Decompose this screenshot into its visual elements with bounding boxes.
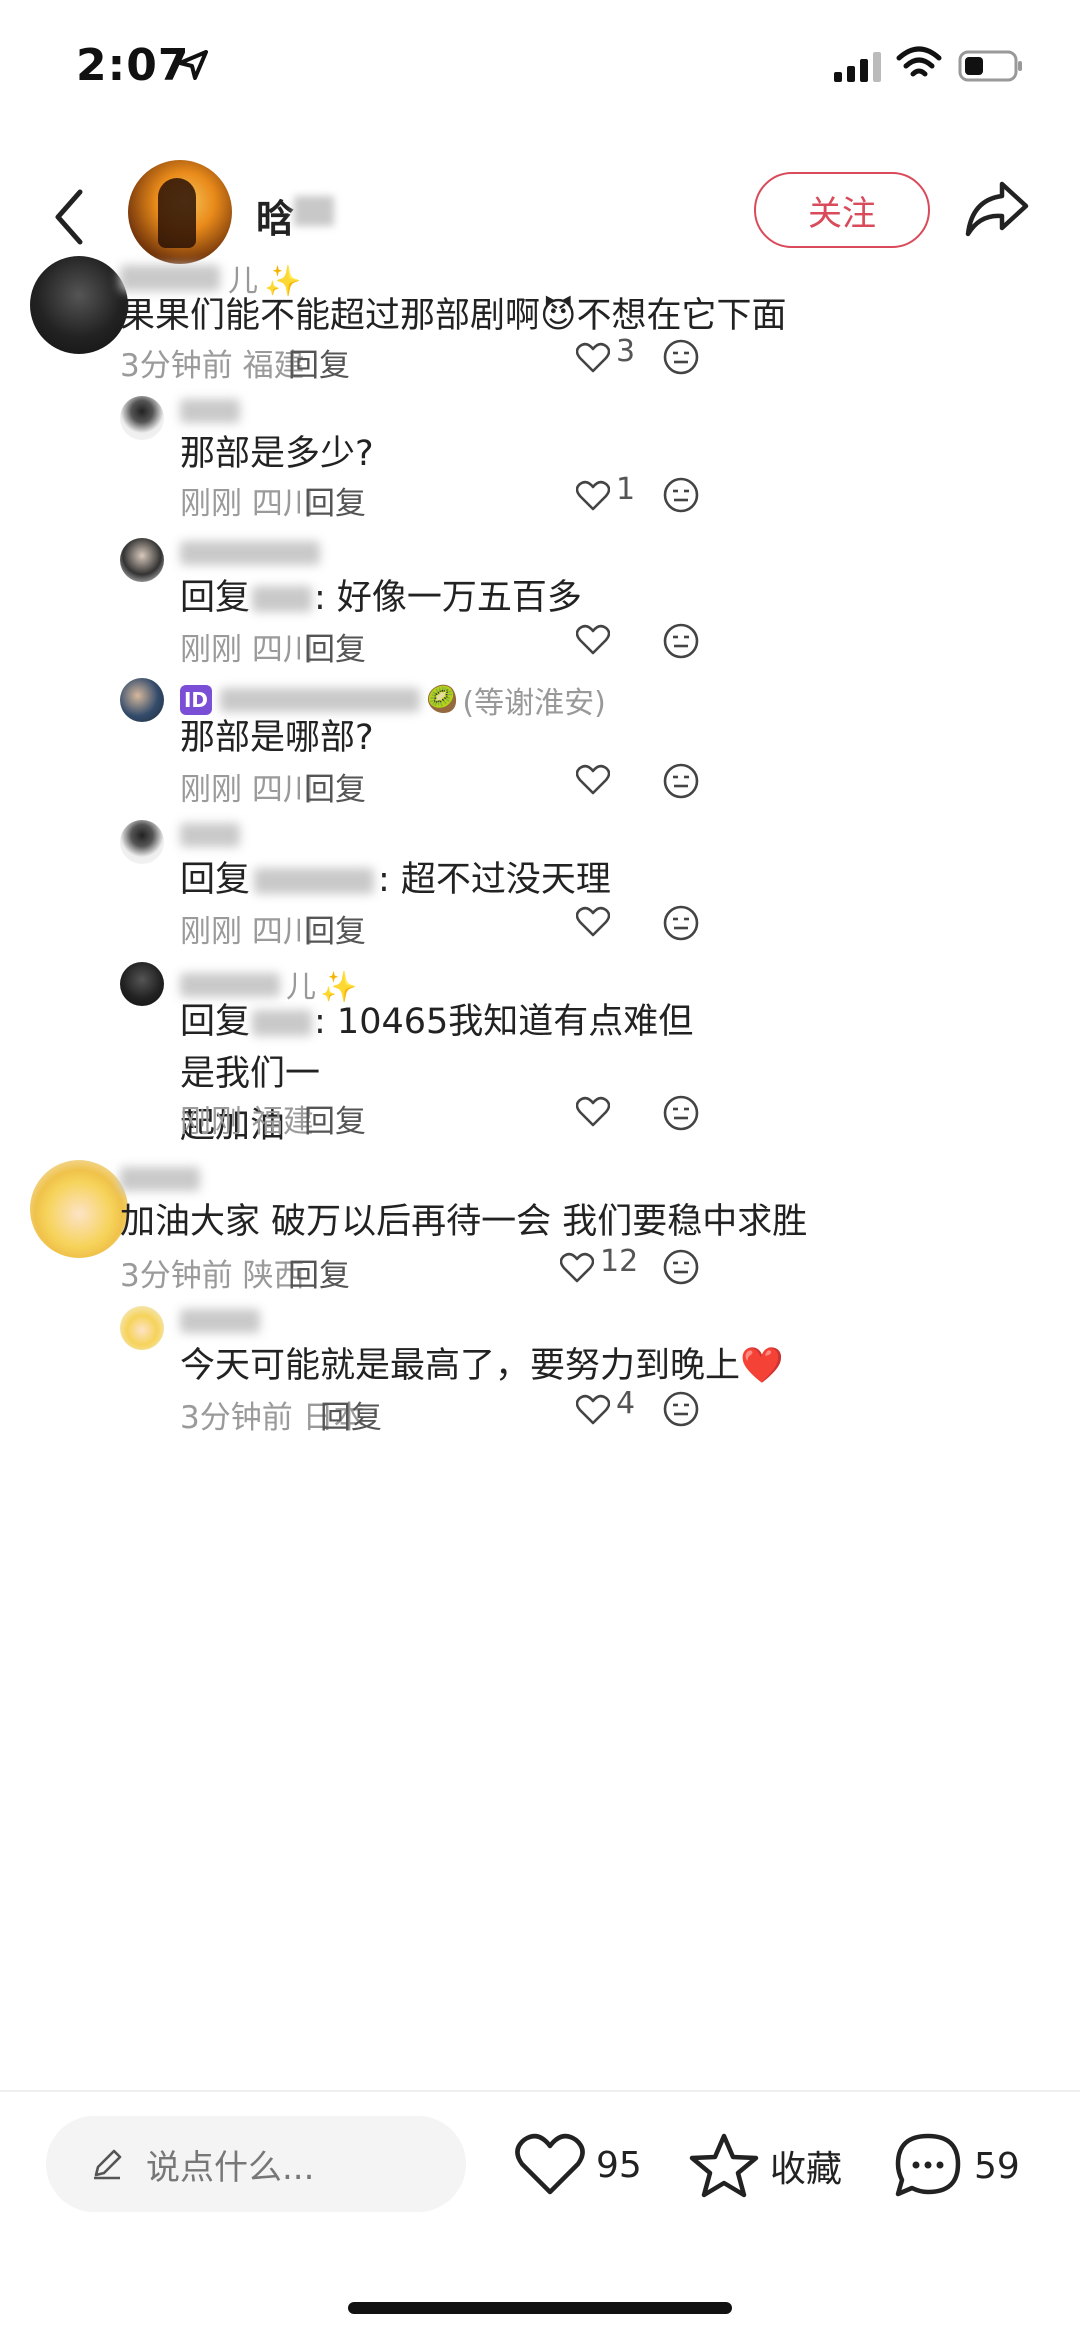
heart-icon bbox=[515, 2133, 585, 2195]
author-name-blur bbox=[294, 196, 334, 226]
comment-meta: 刚刚 四川 bbox=[180, 486, 314, 522]
commenter-avatar[interactable] bbox=[120, 678, 164, 722]
comment-count: 59 bbox=[974, 2145, 1020, 2187]
bottom-action-bar: 说点什么... 95 收藏 59 bbox=[0, 2092, 1080, 2337]
heart-icon bbox=[576, 342, 610, 372]
heart-icon bbox=[560, 1252, 594, 1282]
reply-button[interactable]: 回复 bbox=[304, 1096, 366, 1141]
comment-input[interactable]: 说点什么... bbox=[46, 2116, 466, 2212]
vip-badge-icon: ID bbox=[180, 685, 212, 715]
like-action[interactable]: 95 bbox=[514, 2132, 642, 2198]
collect-action[interactable]: 收藏 bbox=[688, 2132, 842, 2200]
comment-meta: 刚刚 四川 bbox=[180, 914, 314, 950]
reply-item: 儿 ✨ 回复: 10465我知道有点难但是我们一 起加油 刚刚 福建 回复 bbox=[0, 962, 1080, 1146]
commenter-nickname[interactable] bbox=[180, 1306, 260, 1341]
star-icon bbox=[689, 2133, 759, 2198]
reply-item: 回复: 超不过没天理 刚刚 四川 回复 bbox=[0, 820, 1080, 960]
dislike-face-icon[interactable] bbox=[662, 904, 700, 942]
like-button[interactable]: 4 bbox=[576, 1386, 635, 1427]
commenter-avatar[interactable] bbox=[120, 820, 164, 864]
like-button[interactable]: 1 bbox=[576, 472, 635, 513]
commenter-nickname[interactable] bbox=[180, 396, 240, 431]
dislike-face-icon[interactable] bbox=[662, 476, 700, 514]
commenter-avatar[interactable] bbox=[120, 538, 164, 582]
commenter-avatar[interactable] bbox=[30, 1160, 128, 1258]
like-button[interactable]: 12 bbox=[560, 1244, 638, 1285]
reply-item: 今天可能就是最高了，要努力到晚上❤️ 3分钟前 日本 回复 4 bbox=[0, 1306, 1080, 1446]
cellular-signal-icon bbox=[834, 52, 881, 82]
status-time: 2:07 bbox=[76, 40, 190, 91]
heart-icon bbox=[576, 1096, 610, 1127]
dislike-face-icon[interactable] bbox=[662, 1248, 700, 1286]
reply-button[interactable]: 回复 bbox=[304, 764, 366, 809]
author-avatar[interactable] bbox=[128, 160, 232, 264]
reply-button[interactable]: 回复 bbox=[288, 1250, 350, 1295]
dislike-face-icon[interactable] bbox=[662, 338, 700, 376]
reply-button[interactable]: 回复 bbox=[320, 1392, 382, 1437]
heart-icon bbox=[576, 906, 610, 937]
like-button[interactable]: 3 bbox=[576, 334, 635, 375]
wifi-icon bbox=[896, 46, 942, 77]
comment-text: 回复: 好像一万五百多 bbox=[180, 578, 582, 618]
comment-input-placeholder: 说点什么... bbox=[146, 2147, 315, 2188]
dislike-face-icon[interactable] bbox=[662, 1094, 700, 1132]
comment-item: 儿 ✨ 果果们能不能超过那部剧啊😈不想在它下面 3分钟前 福建 回复 3 bbox=[0, 250, 1080, 390]
commenter-nickname[interactable] bbox=[180, 820, 240, 855]
comment-meta: 刚刚 四川 bbox=[180, 772, 314, 808]
commenter-nickname[interactable] bbox=[120, 1164, 200, 1199]
comment-meta: 刚刚 福建 bbox=[180, 1104, 314, 1140]
reply-button[interactable]: 回复 bbox=[288, 340, 350, 385]
comment-meta: 3分钟前 陕西 bbox=[120, 1258, 305, 1294]
comment-item: 加油大家 破万以后再待一会 我们要稳中求胜 3分钟前 陕西 回复 12 bbox=[0, 1160, 1080, 1300]
like-count: 1 bbox=[616, 472, 636, 507]
commenter-nickname[interactable] bbox=[180, 538, 320, 573]
comment-text: 今天可能就是最高了，要努力到晚上❤️ bbox=[180, 1346, 784, 1386]
heart-icon bbox=[576, 764, 610, 795]
kiwi-emoji: 🥝 bbox=[426, 685, 459, 715]
like-count: 12 bbox=[600, 1244, 639, 1279]
comment-text: 果果们能不能超过那部剧啊😈不想在它下面 bbox=[120, 296, 787, 336]
share-icon[interactable] bbox=[964, 178, 1030, 238]
reply-item: 回复: 好像一万五百多 刚刚 四川 回复 bbox=[0, 538, 1080, 678]
pencil-icon bbox=[94, 2149, 122, 2180]
follow-button[interactable]: 关注 bbox=[754, 172, 930, 248]
commenter-avatar[interactable] bbox=[120, 962, 164, 1006]
comment-meta: 3分钟前 福建 bbox=[120, 348, 305, 384]
commenter-avatar[interactable] bbox=[120, 396, 164, 440]
reply-button[interactable]: 回复 bbox=[304, 624, 366, 669]
status-bar: 2:07 bbox=[0, 0, 1080, 140]
location-arrow-icon bbox=[178, 50, 208, 80]
reply-button[interactable]: 回复 bbox=[304, 478, 366, 523]
dislike-face-icon[interactable] bbox=[662, 762, 700, 800]
like-button[interactable] bbox=[576, 1096, 610, 1128]
heart-icon bbox=[576, 624, 610, 655]
heart-icon bbox=[576, 480, 610, 510]
reply-item: 那部是多少? 刚刚 四川 回复 1 bbox=[0, 396, 1080, 536]
reply-button[interactable]: 回复 bbox=[304, 906, 366, 951]
like-button[interactable] bbox=[576, 906, 610, 938]
dislike-face-icon[interactable] bbox=[662, 1390, 700, 1428]
comment-meta: 刚刚 四川 bbox=[180, 632, 314, 668]
heart-icon bbox=[576, 1394, 610, 1424]
like-count: 95 bbox=[596, 2144, 642, 2186]
comment-text: 回复: 超不过没天理 bbox=[180, 860, 611, 900]
reply-item: ID 🥝 (等谢淮安) 那部是哪部? 刚刚 四川 回复 bbox=[0, 678, 1080, 818]
home-indicator bbox=[348, 2302, 732, 2314]
like-button[interactable] bbox=[576, 764, 610, 796]
dislike-face-icon[interactable] bbox=[662, 622, 700, 660]
comment-action[interactable]: 59 bbox=[892, 2132, 1020, 2200]
commenter-avatar[interactable] bbox=[30, 256, 128, 354]
commenter-avatar[interactable] bbox=[120, 1306, 164, 1350]
battery-icon bbox=[958, 50, 1022, 82]
back-arrow-icon[interactable] bbox=[46, 182, 96, 252]
author-name[interactable]: 晗 bbox=[256, 188, 294, 243]
comment-text: 加油大家 破万以后再待一会 我们要稳中求胜 bbox=[120, 1202, 808, 1242]
collect-label: 收藏 bbox=[770, 2149, 843, 2190]
comment-text: 那部是多少? bbox=[180, 434, 374, 474]
chat-bubble-icon bbox=[895, 2133, 961, 2197]
like-button[interactable] bbox=[576, 624, 610, 656]
like-count: 3 bbox=[616, 334, 636, 369]
like-count: 4 bbox=[616, 1386, 636, 1421]
comment-text: 那部是哪部? bbox=[180, 718, 374, 758]
